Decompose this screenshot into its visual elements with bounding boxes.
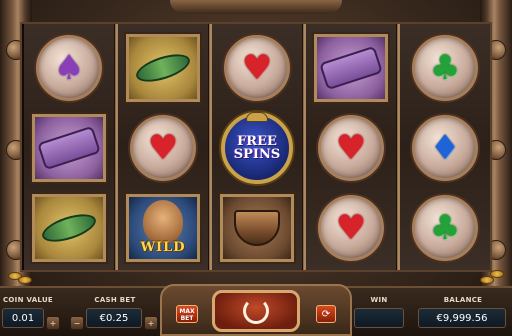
club-icon: ♣ <box>429 208 461 248</box>
heart-icon: ♥ <box>241 48 273 88</box>
heart-symbol: ♥ <box>312 192 390 264</box>
monkey-king-icon <box>143 200 183 244</box>
jade-dragon-icon <box>38 208 100 248</box>
coin-value-increase-button[interactable]: + <box>46 316 60 330</box>
cash-bet-display: €0.25 <box>86 308 142 328</box>
spade-icon: ♠ <box>53 48 85 88</box>
coin-value-display: 0.01 <box>2 308 44 328</box>
heart-symbol: ♥ <box>218 32 296 104</box>
coin-value-label: COIN VALUE <box>2 296 54 304</box>
jade-dragon-symbol <box>124 32 202 104</box>
jade-dragon-icon <box>132 48 194 88</box>
club-symbol: ♣ <box>406 192 484 264</box>
reel-5: ♣ ♦ ♣ <box>400 24 490 270</box>
heart-symbol: ♥ <box>312 112 390 184</box>
coin-pile <box>18 276 32 284</box>
dragon-crown-icon <box>246 112 268 122</box>
diamond-symbol: ♦ <box>406 112 484 184</box>
autoplay-button[interactable]: ⟳ <box>316 305 336 323</box>
win-group: WIN <box>352 296 406 328</box>
spade-symbol: ♠ <box>30 32 108 104</box>
symbol-disc: ♥ <box>130 115 196 181</box>
club-symbol: ♣ <box>406 32 484 104</box>
heart-icon: ♥ <box>147 128 179 168</box>
spin-icon <box>243 298 269 324</box>
symbol-tile <box>314 34 388 102</box>
coin-pile <box>480 276 494 284</box>
max-bet-line2: BET <box>180 315 194 322</box>
win-display <box>354 308 404 328</box>
wild-symbol: WILD <box>124 192 202 264</box>
free-spins-medallion: FREE SPINS <box>221 112 293 184</box>
heart-icon: ♥ <box>335 128 367 168</box>
symbol-disc: ♥ <box>318 115 384 181</box>
wild-label: WILD <box>140 240 186 255</box>
reel-3: ♥ FREE SPINS <box>212 24 302 270</box>
symbol-disc: ♥ <box>224 35 290 101</box>
cash-bet-label: CASH BET <box>94 296 136 304</box>
scroll-icon <box>37 125 101 171</box>
symbol-tile <box>126 34 200 102</box>
cash-bet-decrease-button[interactable]: − <box>70 316 84 330</box>
reel-2: ♥ WILD <box>118 24 208 270</box>
symbol-disc: ♥ <box>318 195 384 261</box>
symbol-disc: ♦ <box>412 115 478 181</box>
heart-symbol: ♥ <box>124 112 202 184</box>
autoplay-icon: ⟳ <box>321 308 331 320</box>
spin-button[interactable] <box>212 290 300 332</box>
club-icon: ♣ <box>429 48 461 88</box>
cash-bet-increase-button[interactable]: + <box>144 316 158 330</box>
free-spins-line2: SPINS <box>233 147 281 162</box>
cauldron-symbol <box>218 192 296 264</box>
top-ornament <box>170 0 342 14</box>
symbol-disc: ♣ <box>412 195 478 261</box>
symbol-tile <box>32 194 106 262</box>
win-label: WIN <box>370 296 388 304</box>
cash-bet-group: CASH BET €0.25 <box>82 296 148 328</box>
symbol-disc: ♣ <box>412 35 478 101</box>
max-bet-button[interactable]: MAX BET <box>176 305 198 323</box>
balance-label: BALANCE <box>443 296 483 304</box>
scroll-symbol <box>30 112 108 184</box>
reel-4: ♥ ♥ <box>306 24 396 270</box>
free-spins-symbol: FREE SPINS <box>218 112 296 184</box>
symbol-tile <box>220 194 294 262</box>
slot-game: ♠ ♥ WILD ♥ FREE SPINS ♥ ♥ ♣ ♦ ♣ COIN VALUE 0.01 + … <box>0 0 512 336</box>
symbol-disc: ♠ <box>36 35 102 101</box>
scroll-icon <box>319 45 383 91</box>
jade-dragon-symbol <box>30 192 108 264</box>
reel-1: ♠ <box>24 24 114 270</box>
balance-group: BALANCE €9,999.56 <box>418 296 508 328</box>
diamond-icon: ♦ <box>429 128 461 168</box>
symbol-tile <box>32 114 106 182</box>
heart-icon: ♥ <box>335 208 367 248</box>
cauldron-icon <box>234 210 280 246</box>
reel-grid: ♠ ♥ WILD ♥ FREE SPINS ♥ ♥ ♣ ♦ ♣ <box>20 22 492 272</box>
balance-display: €9,999.56 <box>418 308 506 328</box>
scroll-symbol <box>312 32 390 104</box>
symbol-tile: WILD <box>126 194 200 262</box>
max-bet-line1: MAX <box>179 308 195 315</box>
